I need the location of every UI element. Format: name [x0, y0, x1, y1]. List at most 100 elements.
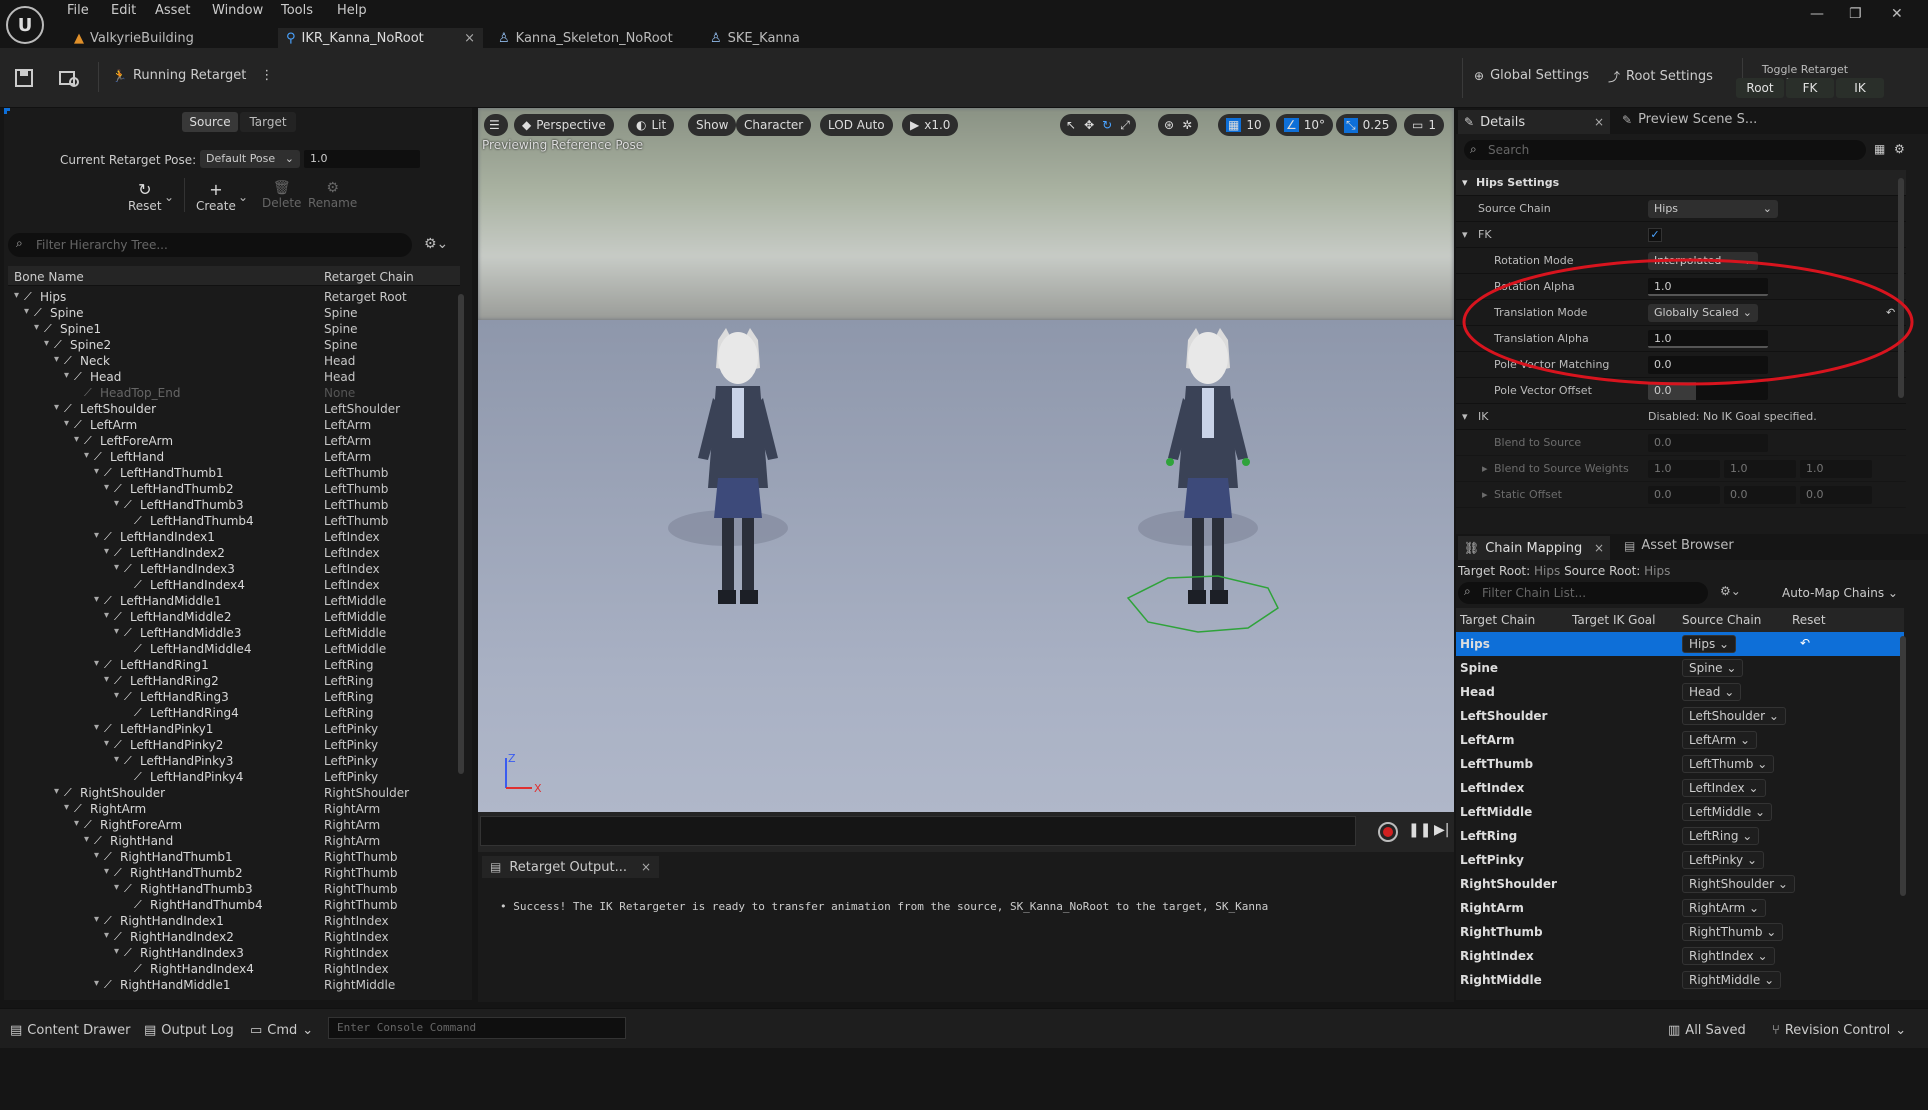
expand-arrow-icon[interactable]: ▾	[104, 546, 109, 557]
expand-arrow-icon[interactable]: ▾	[114, 690, 119, 701]
expand-arrow-icon[interactable]: ▾	[94, 658, 99, 669]
blend-weight-x[interactable]: 1.0	[1648, 460, 1720, 478]
source-chain-dropdown[interactable]: Hips ⌄	[1682, 635, 1737, 653]
bone-row[interactable]: ▾ ⟋ LeftHandIndex1 LeftIndex	[8, 530, 458, 546]
close-icon[interactable]: ×	[1594, 115, 1604, 129]
expand-arrow-icon[interactable]: ▾	[104, 482, 109, 493]
bone-row[interactable]: ▾ ⟋ Spine2 Spine	[8, 338, 458, 354]
expand-arrow-icon[interactable]: ▾	[84, 450, 89, 461]
content-drawer-button[interactable]: ▤ Content Drawer	[10, 1023, 130, 1038]
bone-row[interactable]: ▾ ⟋ LeftHandThumb1 LeftThumb	[8, 466, 458, 482]
chain-mapping-row[interactable]: LeftPinky LeftPinky ⌄	[1456, 848, 1904, 872]
bone-row[interactable]: ▾ ⟋ RightHandThumb3 RightThumb	[8, 882, 458, 898]
col-target-chain[interactable]: Target Chain	[1460, 613, 1535, 627]
source-chain-dropdown[interactable]: RightIndex ⌄	[1682, 947, 1775, 965]
bone-row[interactable]: ▾ ⟋ RightShoulder RightShoulder	[8, 786, 458, 802]
all-saved-button[interactable]: ▥ All Saved	[1668, 1023, 1746, 1038]
source-chain-dropdown[interactable]: RightMiddle ⌄	[1682, 971, 1782, 989]
blend-weight-z[interactable]: 1.0	[1800, 460, 1872, 478]
more-options-icon[interactable]: ⋮	[260, 68, 273, 83]
pause-icon[interactable]: ❚❚	[1408, 822, 1431, 838]
expand-arrow-icon[interactable]: ▾	[114, 626, 119, 637]
chain-mapping-row[interactable]: LeftRing LeftRing ⌄	[1456, 824, 1904, 848]
chain-mapping-row[interactable]: RightIndex RightIndex ⌄	[1456, 944, 1904, 968]
static-offset-x[interactable]: 0.0	[1648, 486, 1720, 504]
expand-arrow-icon[interactable]: ▾	[104, 930, 109, 941]
expand-arrow-icon[interactable]: ▾	[94, 466, 99, 477]
global-settings-button[interactable]: ⊕ Global Settings	[1474, 68, 1589, 83]
source-chain-dropdown[interactable]: LeftArm ⌄	[1682, 731, 1758, 749]
phase-ik-toggle[interactable]: IK	[1836, 78, 1884, 98]
tab-close-icon[interactable]: ×	[464, 31, 475, 46]
menu-file[interactable]: File	[67, 3, 89, 18]
expand-arrow-icon[interactable]: ▾	[104, 610, 109, 621]
chevron-right-icon[interactable]: ▸	[1482, 462, 1488, 475]
expand-arrow-icon[interactable]: ▾	[64, 370, 69, 381]
bone-row[interactable]: ⟋ HeadTop_End None	[8, 386, 458, 402]
menu-tools[interactable]: Tools	[281, 3, 313, 18]
source-chain-dropdown[interactable]: RightThumb ⌄	[1682, 923, 1784, 941]
bone-row[interactable]: ▾ ⟋ RightHandIndex2 RightIndex	[8, 930, 458, 946]
filter-settings-gear-icon[interactable]: ⚙⌄	[424, 236, 448, 252]
bone-row[interactable]: ▾ ⟋ LeftHandThumb3 LeftThumb	[8, 498, 458, 514]
bone-row[interactable]: ▾ ⟋ LeftForeArm LeftArm	[8, 434, 458, 450]
chain-mapping-row[interactable]: RightShoulder RightShoulder ⌄	[1456, 872, 1904, 896]
expand-arrow-icon[interactable]: ▾	[54, 786, 59, 797]
bone-row[interactable]: ⟋ LeftHandMiddle4 LeftMiddle	[8, 642, 458, 658]
bone-row[interactable]: ▾ ⟋ LeftHandRing3 LeftRing	[8, 690, 458, 706]
expand-arrow-icon[interactable]: ▾	[24, 306, 29, 317]
bone-row[interactable]: ▾ ⟋ RightHandMiddle1 RightMiddle	[8, 978, 458, 994]
expand-arrow-icon[interactable]: ▾	[94, 850, 99, 861]
tab-kanna-skeleton-noroot[interactable]: ♙ Kanna_Skeleton_NoRoot	[490, 28, 700, 48]
bone-row[interactable]: ▾ ⟋ RightHandIndex1 RightIndex	[8, 914, 458, 930]
section-hips-settings[interactable]: ▾ Hips Settings	[1456, 170, 1906, 196]
close-icon[interactable]: ×	[641, 860, 651, 874]
bone-row[interactable]: ▾ ⟋ LeftArm LeftArm	[8, 418, 458, 434]
col-reset[interactable]: Reset	[1792, 613, 1826, 627]
bone-row[interactable]: ▾ ⟋ LeftHandThumb2 LeftThumb	[8, 482, 458, 498]
retarget-output-tab[interactable]: ▤ Retarget Output... ×	[482, 856, 660, 878]
asset-browser-tab[interactable]: ▤ Asset Browser	[1624, 538, 1734, 553]
bone-row[interactable]: ▾ ⟋ RightForeArm RightArm	[8, 818, 458, 834]
bone-row[interactable]: ▾ ⟋ LeftHandMiddle1 LeftMiddle	[8, 594, 458, 610]
chain-mapping-row[interactable]: LeftIndex LeftIndex ⌄	[1456, 776, 1904, 800]
close-window-button[interactable]: ✕	[1891, 6, 1903, 22]
chain-mapping-row[interactable]: LeftArm LeftArm ⌄	[1456, 728, 1904, 752]
source-chain-dropdown[interactable]: Spine ⌄	[1682, 659, 1744, 677]
expand-arrow-icon[interactable]: ▾	[14, 290, 19, 301]
col-target-ik-goal[interactable]: Target IK Goal	[1572, 613, 1656, 627]
expand-arrow-icon[interactable]: ▾	[114, 754, 119, 765]
chain-filter-input[interactable]: ⌕ Filter Chain List...	[1458, 582, 1708, 604]
tab-ske-kanna[interactable]: ♙ SKE_Kanna	[702, 28, 832, 48]
expand-arrow-icon[interactable]: ▾	[104, 674, 109, 685]
menu-edit[interactable]: Edit	[111, 3, 136, 18]
close-icon[interactable]: ×	[1594, 541, 1604, 555]
expand-arrow-icon[interactable]: ▾	[114, 562, 119, 573]
reset-chain-icon[interactable]: ↶	[1800, 636, 1810, 650]
expand-arrow-icon[interactable]: ▾	[94, 978, 99, 989]
menu-help[interactable]: Help	[337, 3, 367, 18]
source-chain-dropdown[interactable]: Head ⌄	[1682, 683, 1742, 701]
restore-button[interactable]: ❐	[1849, 6, 1862, 22]
bone-row[interactable]: ▾ ⟋ LeftHandIndex2 LeftIndex	[8, 546, 458, 562]
expand-arrow-icon[interactable]: ▾	[94, 722, 99, 733]
bone-row[interactable]: ▾ ⟋ LeftHand LeftArm	[8, 450, 458, 466]
bone-row[interactable]: ▾ ⟋ LeftHandMiddle2 LeftMiddle	[8, 610, 458, 626]
retarget-pose-dropdown[interactable]: Default Pose ⌄	[200, 150, 300, 168]
tab-source[interactable]: Source	[182, 112, 238, 132]
bone-row[interactable]: ▾ ⟋ RightArm RightArm	[8, 802, 458, 818]
bone-row[interactable]: ▾ ⟋ RightHandThumb1 RightThumb	[8, 850, 458, 866]
details-tab[interactable]: ✎ Details ×	[1458, 110, 1610, 134]
bone-row[interactable]: ⟋ RightHandThumb4 RightThumb	[8, 898, 458, 914]
expand-arrow-icon[interactable]: ▾	[104, 866, 109, 877]
bone-row[interactable]: ⟋ RightHandIndex4 RightIndex	[8, 962, 458, 978]
chain-mapping-row[interactable]: RightThumb RightThumb ⌄	[1456, 920, 1904, 944]
root-settings-button[interactable]: ⤴ Root Settings	[1608, 68, 1713, 85]
bone-row[interactable]: ▾ ⟋ RightHandThumb2 RightThumb	[8, 866, 458, 882]
expand-arrow-icon[interactable]: ▾	[114, 882, 119, 893]
expand-arrow-icon[interactable]: ▾	[64, 418, 69, 429]
viewport[interactable]: ☰ ◆ Perspective ◐ Lit Show Character LOD A…	[478, 108, 1454, 812]
expand-arrow-icon[interactable]: ▾	[44, 338, 49, 349]
bone-row[interactable]: ▾ ⟋ LeftHandIndex3 LeftIndex	[8, 562, 458, 578]
source-chain-dropdown[interactable]: LeftPinky ⌄	[1682, 851, 1764, 869]
